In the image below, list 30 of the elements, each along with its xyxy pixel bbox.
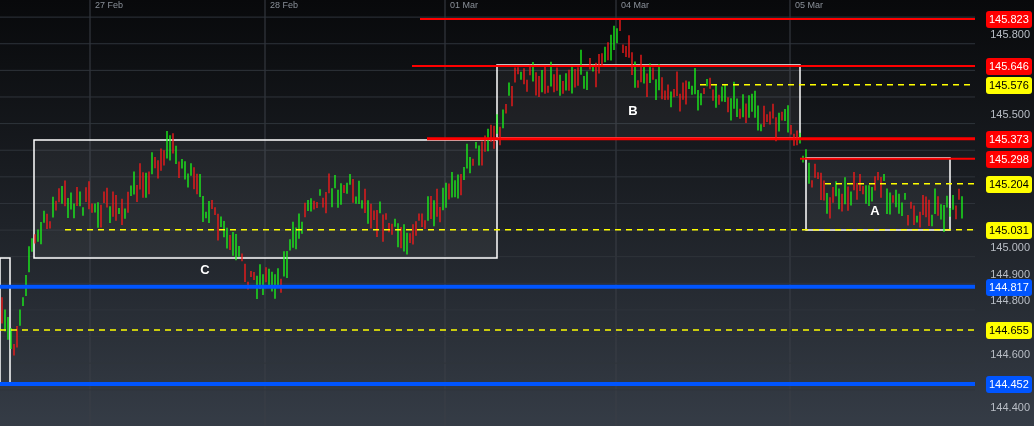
- date-label: 05 Mar: [795, 0, 823, 11]
- zone-label: B: [628, 103, 638, 118]
- price-level-label: 144.452: [986, 375, 1032, 393]
- price-tick-label: 144.400: [990, 400, 1030, 414]
- price-level-label: 144.655: [986, 321, 1032, 339]
- price-tick-label: 145.500: [990, 107, 1030, 121]
- date-label: 28 Feb: [270, 0, 299, 11]
- price-level-label: 145.031: [986, 221, 1032, 239]
- price-level-line[interactable]: [799, 157, 975, 160]
- date-label: 04 Mar: [621, 0, 649, 11]
- price-level-label: 144.817: [986, 278, 1032, 296]
- date-label: 01 Mar: [450, 0, 478, 11]
- price-tick-label: 145.800: [990, 28, 1030, 42]
- price-tick-label: 144.800: [990, 294, 1030, 308]
- price-level-label: 145.823: [986, 11, 1032, 28]
- price-level-label: 145.298: [986, 150, 1032, 168]
- price-level-label: 145.646: [986, 58, 1032, 76]
- price-level-label: 145.373: [986, 130, 1032, 148]
- zone-label: A: [870, 203, 880, 218]
- price-tick-label: 144.600: [990, 347, 1030, 361]
- price-level-line[interactable]: [427, 137, 975, 141]
- zone-rectangle[interactable]: [496, 64, 801, 139]
- zone-label: C: [200, 262, 210, 277]
- zone-rectangle[interactable]: [33, 139, 498, 259]
- price-level-label: 145.204: [986, 175, 1032, 193]
- price-tick-label: 144.900: [990, 267, 1030, 281]
- date-label: 27 Feb: [95, 0, 124, 11]
- price-level-label: 145.576: [986, 76, 1032, 94]
- zone-rectangle[interactable]: [805, 157, 951, 231]
- price-tick-label: 145.000: [990, 241, 1030, 255]
